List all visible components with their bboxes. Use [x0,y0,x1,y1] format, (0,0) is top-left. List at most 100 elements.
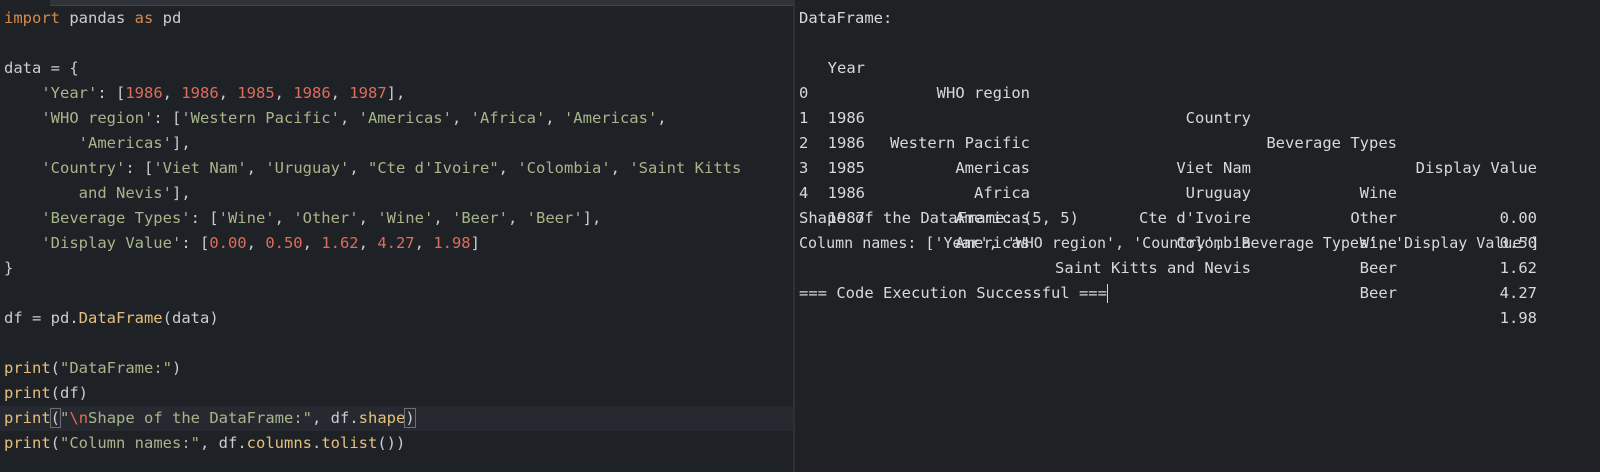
code-editor[interactable]: import pandas as pd data = { 'Year': [19… [0,0,793,472]
string: "DataFrame:" [60,359,172,377]
punct: , [358,209,378,227]
punct: : [ [153,109,182,127]
module-name: pandas [60,9,135,27]
punct: : [ [190,209,219,227]
code-line-16[interactable]: print("Column names:", df.columns.tolist… [4,431,405,456]
code-line-6-wrap[interactable]: and Nevis'], [4,181,191,206]
number: 0.50 [265,234,303,252]
punct: , [274,84,294,102]
method-name: tolist [321,434,378,452]
code-text: (data) [162,309,219,327]
string: 'Beer' [526,209,583,227]
dataframe-row: 3 1986 Americas Colombia Beer 4.27 [799,131,1559,302]
code-text: df = pd. [4,309,79,327]
code-line-3[interactable]: data = { [4,56,79,81]
code-line-9[interactable]: } [4,256,13,281]
string: 'Beer' [451,209,508,227]
punct: ( [50,434,61,452]
code-line-13[interactable]: print("DataFrame:") [4,356,181,381]
code-line-11[interactable]: df = pd.DataFrame(data) [4,306,219,331]
code-line-5[interactable]: 'WHO region': ['Western Pacific', 'Ameri… [4,106,666,131]
punct: ( [50,359,61,377]
number: 1986 [181,84,219,102]
code-line-6[interactable]: 'Country': ['Viet Nam', 'Uruguay', "Cte … [4,156,741,181]
cell-value: 4.27 [1499,284,1537,302]
module-alias: pd [153,9,182,27]
punct: , [358,234,378,252]
string: 'Wine' [377,209,434,227]
code-line-1[interactable]: import pandas as pd [4,6,181,31]
function-name: print [4,384,51,402]
punct: ] [470,234,480,252]
output-columns-line: Column names: ['Year', 'WHO region', 'Co… [799,234,1540,252]
dataframe-header-row: Year WHO region Country Beverage Types D… [799,31,1559,177]
string: 'Other' [293,209,359,227]
punct: , [349,159,368,177]
string: and Nevis' [78,184,172,202]
bracket-match: ( [49,408,62,428]
cell-region: Africa [974,184,1030,202]
string: 'Western Pacific' [181,109,340,127]
cell-value: 0.00 [1499,209,1537,227]
code-text: , df. [200,434,247,452]
number: 1985 [237,84,275,102]
string: 'Americas' [563,109,658,127]
punct: . [312,434,322,452]
code-line-14[interactable]: print(df) [4,381,88,406]
dataframe-row: 2 1985 Africa Cte d'Ivoire Wine 1.62 [799,106,1559,277]
punct: , [339,109,359,127]
cell-value: 1.98 [1499,309,1537,327]
keyword-as: as [134,9,154,27]
code-line-15-current[interactable]: print("\nShape of the DataFrame:", df.sh… [0,406,793,431]
dict-key: 'Beverage Types' [41,209,191,227]
output-success-line: === Code Execution Successful === [799,281,1108,306]
code-line-4[interactable]: 'Year': [1986, 1986, 1985, 1986, 1987], [4,81,405,106]
punct: , [274,209,294,227]
string: " [60,409,70,427]
punct: , [218,84,238,102]
number: 1.98 [433,234,471,252]
cell-country: Saint Kitts and Nevis [1055,259,1251,277]
dataframe-row: 1 1986 Americas Uruguay Other 0.50 [799,81,1559,252]
dict-key: 'Year' [41,84,98,102]
number: 4.27 [377,234,415,252]
string: "Cte d'Ivoire" [368,159,499,177]
text-cursor [1106,284,1108,303]
number: 1987 [349,84,387,102]
cell-value: 1.62 [1499,259,1537,277]
success-message: === Code Execution Successful === [799,284,1107,302]
number: 1.62 [321,234,359,252]
dict-key: 'Country' [41,159,126,177]
string: 'Africa' [470,109,546,127]
punct: : [ [125,159,154,177]
string: 'Viet Nam' [153,159,247,177]
code-line-5-wrap[interactable]: 'Americas'], [4,131,191,156]
output-shape-line: Shape of the DataFrame: (5, 5) [799,209,1079,227]
punct: , [330,84,350,102]
string: 'Saint Kitts [629,159,742,177]
code-text: } [4,259,14,277]
punct: : [ [97,84,126,102]
code-line-8[interactable]: 'Display Value': [0.00, 0.50, 1.62, 4.27… [4,231,480,256]
number: 1986 [293,84,331,102]
code-line-7[interactable]: 'Beverage Types': ['Wine', 'Other', 'Win… [4,206,601,231]
escape-sequence: \n [69,409,89,427]
punct: , [545,109,564,127]
function-name: print [4,434,51,452]
dict-key: 'WHO region' [41,109,154,127]
dict-key: 'Display Value' [41,234,182,252]
code-text: , df. [312,409,359,427]
string: "Column names:" [60,434,200,452]
keyword-import: import [4,9,60,27]
string: 'Americas' [78,134,172,152]
code-text: (df) [50,384,88,402]
punct: , [498,159,518,177]
function-name: print [4,409,51,427]
class-name: DataFrame [78,309,163,327]
